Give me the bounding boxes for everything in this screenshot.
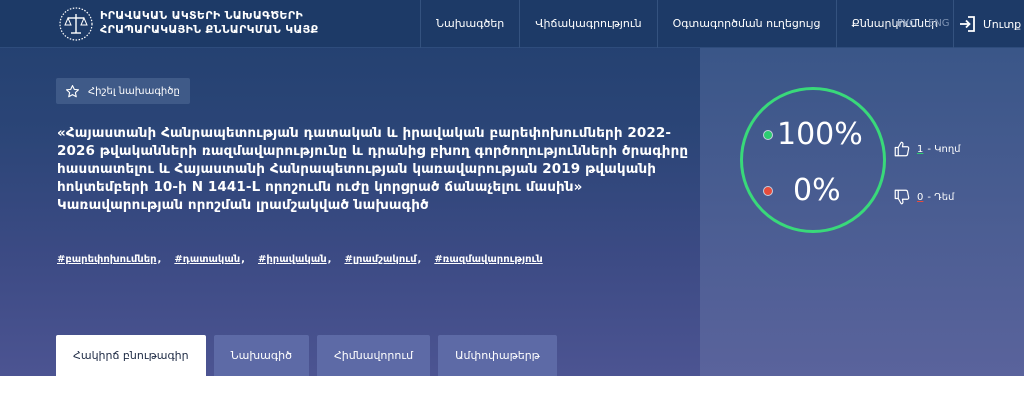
site-logo-text[interactable]: ԻՐԱՎԱԿԱՆ ԱԿՏԵՐԻ ՆԱԽԱԳԾԵՐԻ ՀՐԱՊԱՐԱԿԱՅԻՆ Ք… [100, 9, 318, 37]
tag-strategy[interactable]: #ռազմավարություն [434, 254, 542, 265]
draft-title: «Հայաստանի Հանրապետության դատական և իրավ… [57, 125, 689, 213]
tag-reforms[interactable]: #բարեփոխումներ [57, 254, 157, 265]
scales-logo-icon[interactable] [58, 6, 94, 42]
lang-en-link[interactable]: ENG [928, 0, 950, 48]
star-icon [66, 84, 79, 97]
tag-separator: , [327, 254, 332, 265]
tag-revision[interactable]: #լրամշակում [344, 254, 416, 265]
nav-item-drafts[interactable]: Նախագծեր [420, 0, 521, 48]
main-nav: Նախագծեր Վիճակագրություն Օգտագործման ուղ… [420, 0, 955, 48]
logo-line-1: ԻՐԱՎԱԿԱՆ ԱԿՏԵՐԻ ՆԱԽԱԳԾԵՐԻ [100, 9, 303, 22]
tab-draft[interactable]: Նախագիծ [213, 335, 309, 376]
nav-item-statistics[interactable]: Վիճակագրություն [520, 0, 658, 48]
tab-summary[interactable]: Հակիրճ բնութագիր [56, 335, 206, 376]
vote-ring [740, 87, 886, 233]
login-button[interactable]: Մուտք [958, 12, 1021, 36]
hero-section: ԻՐԱՎԱԿԱՆ ԱԿՏԵՐԻ ՆԱԽԱԳԾԵՐԻ ՀՐԱՊԱՐԱԿԱՅԻՆ Ք… [0, 0, 1024, 376]
no-dot-icon [763, 186, 773, 196]
vote-no-button[interactable]: 0 - Դեմ [893, 188, 954, 206]
thumbs-down-icon [894, 189, 910, 205]
thumbs-up-icon [894, 141, 910, 157]
top-navbar: ԻՐԱՎԱԿԱՆ ԱԿՏԵՐԻ ՆԱԽԱԳԾԵՐԻ ՀՐԱՊԱՐԱԿԱՅԻՆ Ք… [0, 0, 1024, 48]
vote-yes-button[interactable]: 1 - Կողմ [893, 140, 961, 158]
tag-separator: , [157, 254, 162, 265]
tag-judicial[interactable]: #դատական [174, 254, 240, 265]
tag-legal[interactable]: #իրավական [258, 254, 327, 265]
no-label: - Դեմ [927, 191, 955, 203]
no-percent: 0% [793, 173, 841, 208]
yes-percent: 100% [777, 117, 863, 152]
tab-summary-sheet[interactable]: Ամփոփաթերթ [438, 335, 557, 376]
content-tabs: Հակիրճ բնութագիր Նախագիծ Հիմնավորում Ամփ… [56, 335, 565, 376]
tag-separator: , [417, 254, 422, 265]
login-icon [960, 16, 975, 32]
tag-list: #բարեփոխումներ, #դատական, #իրավական, #լր… [57, 254, 557, 265]
tab-justification[interactable]: Հիմնավորում [316, 335, 431, 376]
tag-separator: , [241, 254, 245, 265]
yes-count: 1 [917, 143, 924, 155]
yes-label: - Կողմ [927, 143, 961, 155]
no-count: 0 [917, 191, 924, 203]
save-draft-button[interactable]: Հիշել նախագիծը [56, 78, 190, 104]
lang-ru-link[interactable]: РУС [897, 0, 916, 48]
login-label: Մուտք [983, 17, 1022, 31]
nav-item-user-guide[interactable]: Օգտագործման ուղեցույց [658, 0, 837, 48]
logo-line-2: ՀՐԱՊԱՐԱԿԱՅԻՆ ՔՆՆԱՐԿՄԱՆ ԿԱՅՔ [100, 23, 319, 36]
yes-dot-icon [763, 130, 773, 140]
save-draft-label: Հիշել նախագիծը [88, 85, 180, 97]
